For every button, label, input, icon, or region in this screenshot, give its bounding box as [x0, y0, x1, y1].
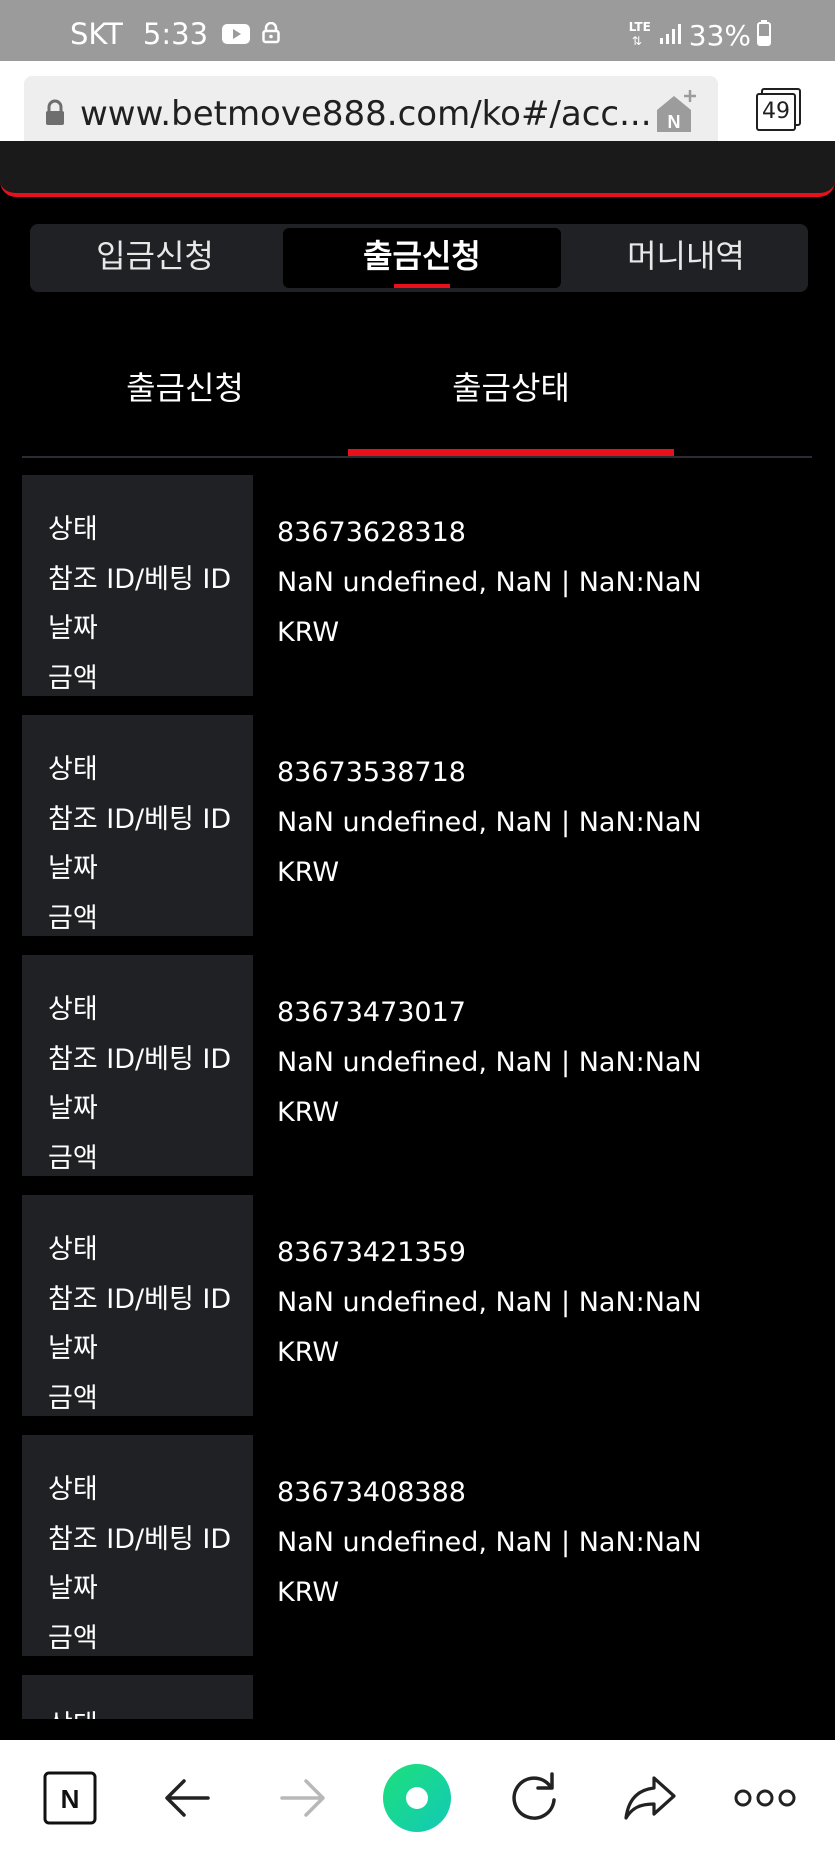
- label-date: 날짜: [48, 1333, 98, 1364]
- refresh-icon[interactable]: [494, 1740, 574, 1856]
- record-values: 83673538718 NaN undefined, NaN | NaN:NaN…: [277, 748, 702, 898]
- tab-withdraw-request-label: 출금신청: [126, 369, 244, 407]
- segment-deposit-label: 입금신청: [96, 237, 214, 275]
- label-amount: 금액: [48, 902, 98, 934]
- browser-bottom-nav: N: [0, 1740, 835, 1856]
- svg-text:N: N: [668, 112, 681, 132]
- label-date: 날짜: [48, 853, 98, 884]
- record-date: NaN undefined, NaN | NaN:NaN: [277, 567, 702, 598]
- segment-money-history-label: 머니내역: [627, 237, 745, 275]
- record-amount: KRW: [277, 617, 340, 648]
- label-ref-id: 참조 ID/베팅 ID: [48, 563, 232, 595]
- record-amount: KRW: [277, 857, 340, 888]
- list-item: 상태 참조 ID/베팅 ID 날짜 금액 83673408388 NaN und…: [22, 1435, 812, 1656]
- label-amount: 금액: [48, 662, 98, 694]
- status-bar: SKT 5:33 LTE ⇅ 33%: [0, 0, 835, 61]
- list-item: 상태 참조 ID/베팅 ID 날짜 금액 83673473017 NaN und…: [22, 955, 812, 1176]
- record-date: NaN undefined, NaN | NaN:NaN: [277, 1047, 702, 1078]
- record-ref-id: 83673628318: [277, 517, 466, 548]
- record-date: NaN undefined, NaN | NaN:NaN: [277, 1527, 702, 1558]
- data-arrows-icon: ⇅: [631, 33, 642, 48]
- record-amount: KRW: [277, 1097, 340, 1128]
- list-item: 상태 참조 ID/베팅 ID 날짜 금액 83673628318 NaN und…: [22, 475, 812, 696]
- label-status: 상태: [48, 1474, 98, 1505]
- battery-percent: 33%: [688, 18, 751, 52]
- header-divider: [0, 141, 835, 201]
- clock: 5:33: [142, 17, 209, 51]
- record-labels: 상태 참조 ID/베팅 ID 날짜 금액: [22, 955, 253, 1176]
- record-ref-id: 83673473017: [277, 997, 466, 1028]
- label-ref-id: 참조 ID/베팅 ID: [48, 1523, 232, 1555]
- lte-icon: LTE ⇅: [629, 21, 655, 51]
- lock-icon: [262, 20, 280, 49]
- segment-withdraw-label: 출금신청: [363, 237, 481, 275]
- record-labels: 상태 참조 ID/베팅 ID 날짜 금액: [22, 1195, 253, 1416]
- record-date: NaN undefined, NaN | NaN:NaN: [277, 1287, 702, 1318]
- label-amount: 금액: [48, 1382, 98, 1414]
- record-ref-id: 83673421359: [277, 1237, 466, 1268]
- record-values: 83673473017 NaN undefined, NaN | NaN:NaN…: [277, 988, 702, 1138]
- record-values: 83673421359 NaN undefined, NaN | NaN:NaN…: [277, 1228, 702, 1378]
- url-field[interactable]: www.betmove888.com/ko#/acc... N: [24, 76, 718, 150]
- network-label: LTE: [628, 19, 651, 34]
- record-ref-id: 83673538718: [277, 757, 466, 788]
- label-date: 날짜: [48, 1093, 98, 1124]
- segment-deposit[interactable]: 입금신청: [30, 224, 280, 292]
- record-amount: KRW: [277, 1337, 340, 1368]
- back-arrow-icon[interactable]: [148, 1740, 228, 1856]
- segment-active-indicator: [394, 284, 450, 288]
- svg-text:N: N: [61, 1784, 80, 1814]
- label-amount: 금액: [48, 1142, 98, 1174]
- signal-icon: [659, 22, 681, 50]
- label-date: 날짜: [48, 613, 98, 644]
- tab-active-indicator: [348, 449, 674, 456]
- youtube-icon: [222, 20, 251, 49]
- record-labels: 상태 참조 ID/베팅 ID 날짜 금액: [22, 475, 253, 696]
- label-status: 상태: [48, 1234, 98, 1265]
- share-icon[interactable]: [610, 1740, 690, 1856]
- green-dot-icon[interactable]: [377, 1740, 457, 1856]
- record-date: NaN undefined, NaN | NaN:NaN: [277, 807, 702, 838]
- label-status: 상태: [48, 994, 98, 1025]
- more-icon[interactable]: [725, 1740, 805, 1856]
- segment-money-history[interactable]: 머니내역: [564, 224, 808, 292]
- record-values: 83673408388 NaN undefined, NaN | NaN:NaN…: [277, 1468, 702, 1618]
- record-values: 83673628318 NaN undefined, NaN | NaN:NaN…: [277, 508, 702, 658]
- withdraw-subtabs: 출금신청 출금상태: [22, 350, 812, 458]
- list-item: 상태 참조 ID/베팅 ID 날짜 금액 83673538718 NaN und…: [22, 715, 812, 936]
- label-status: 상태: [48, 754, 98, 785]
- naver-home-icon[interactable]: N: [654, 88, 700, 140]
- url-text[interactable]: www.betmove888.com/ko#/acc...: [80, 94, 652, 134]
- header-red-border: [0, 141, 835, 197]
- withdraw-status-list: 상태 참조 ID/베팅 ID 날짜 금액 83673628318 NaN und…: [22, 475, 812, 1719]
- label-ref-id: 참조 ID/베팅 ID: [48, 1043, 232, 1075]
- list-item: 상태: [22, 1675, 812, 1719]
- tabs-icon[interactable]: 49: [754, 88, 801, 133]
- record-amount: KRW: [277, 1577, 340, 1608]
- naver-icon[interactable]: N: [30, 1740, 110, 1856]
- tab-withdraw-status[interactable]: 출금상태: [348, 350, 674, 456]
- record-labels: 상태: [22, 1675, 253, 1719]
- transaction-segment: 입금신청 출금신청 머니내역: [30, 224, 808, 292]
- label-date: 날짜: [48, 1573, 98, 1604]
- record-labels: 상태 참조 ID/베팅 ID 날짜 금액: [22, 1435, 253, 1656]
- forward-arrow-icon: [262, 1740, 342, 1856]
- label-ref-id: 참조 ID/베팅 ID: [48, 1283, 232, 1315]
- status-left: SKT 5:33: [70, 20, 280, 49]
- status-right: LTE ⇅ 33%: [629, 20, 771, 51]
- segment-withdraw[interactable]: 출금신청: [283, 228, 561, 288]
- label-ref-id: 참조 ID/베팅 ID: [48, 803, 232, 835]
- label-status: 상태: [48, 1701, 253, 1719]
- carrier-label: SKT: [70, 17, 123, 51]
- tab-count: 49: [756, 93, 796, 131]
- label-amount: 금액: [48, 1622, 98, 1654]
- label-status: 상태: [48, 514, 98, 545]
- tab-withdraw-request[interactable]: 출금신청: [22, 350, 348, 454]
- list-item: 상태 참조 ID/베팅 ID 날짜 금액 83673421359 NaN und…: [22, 1195, 812, 1416]
- lock-icon: [44, 99, 66, 131]
- tab-withdraw-status-label: 출금상태: [452, 369, 570, 407]
- record-labels: 상태 참조 ID/베팅 ID 날짜 금액: [22, 715, 253, 936]
- battery-icon: [757, 20, 771, 51]
- record-ref-id: 83673408388: [277, 1477, 466, 1508]
